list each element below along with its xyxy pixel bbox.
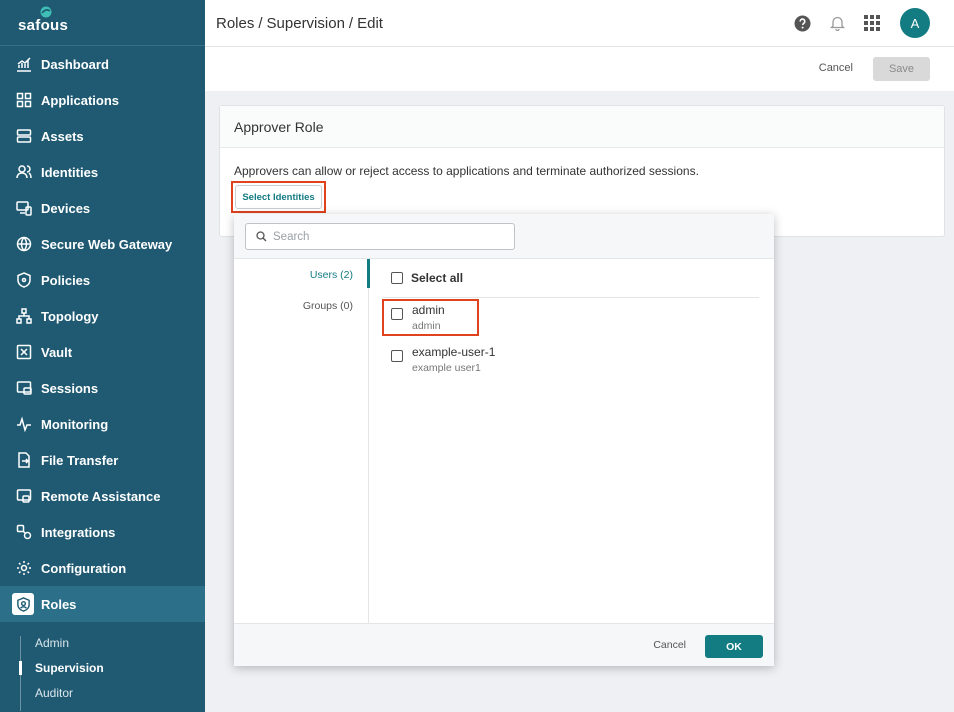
server-icon <box>15 127 33 145</box>
pulse-icon <box>15 415 33 433</box>
sidebar-item-identities[interactable]: Identities <box>0 154 205 190</box>
subnav-item-supervision[interactable]: Supervision <box>19 661 205 686</box>
sidebar-item-roles[interactable]: Roles <box>0 586 205 622</box>
save-button[interactable]: Save <box>873 57 930 81</box>
role-shield-icon <box>12 593 34 615</box>
integrations-icon <box>15 523 33 541</box>
picker-ok-button[interactable]: OK <box>705 635 763 658</box>
logo[interactable]: safous <box>0 0 205 46</box>
picker-cancel-button[interactable]: Cancel <box>653 639 686 651</box>
chart-icon <box>15 55 33 73</box>
sidebar-item-label: Vault <box>41 344 73 360</box>
avatar[interactable]: A <box>900 8 930 38</box>
breadcrumb-supervision[interactable]: Supervision <box>267 15 345 32</box>
sidebar-item-label: Assets <box>41 128 84 144</box>
breadcrumb-separator: / <box>258 14 263 32</box>
sidebar-item-file-transfer[interactable]: File Transfer <box>0 442 205 478</box>
select-all-label: Select all <box>411 271 464 285</box>
search-area <box>234 214 774 259</box>
picker-tabs: Users (2) Groups (0) <box>234 259 370 623</box>
sidebar-item-applications[interactable]: Applications <box>0 82 205 118</box>
highlight-box: Select Identities <box>231 181 326 213</box>
sidebar-item-label: Sessions <box>41 380 99 396</box>
remote-icon <box>15 487 33 505</box>
sidebar-item-label: Applications <box>41 92 120 108</box>
search-box[interactable] <box>245 223 515 250</box>
sidebar-item-dashboard[interactable]: Dashboard <box>0 46 205 82</box>
identity-picker-panel: Users (2) Groups (0) Select all admin ad… <box>234 214 774 666</box>
user-checkbox[interactable] <box>391 350 403 362</box>
sessions-icon <box>15 379 33 397</box>
sidebar-item-sessions[interactable]: Sessions <box>0 370 205 406</box>
top-bar: Roles / Supervision / Edit A <box>205 0 954 47</box>
bell-icon[interactable] <box>828 14 846 32</box>
sidebar: safous Dashboard Applications Assets Ide… <box>0 0 205 712</box>
select-all-checkbox[interactable] <box>391 272 403 284</box>
gear-icon <box>15 559 33 577</box>
devices-icon <box>15 199 33 217</box>
sidebar-item-label: Integrations <box>41 524 116 540</box>
select-all-row[interactable]: Select all <box>383 259 759 298</box>
tab-users[interactable]: Users (2) <box>234 259 370 290</box>
user-name: example-user-1 <box>412 345 496 359</box>
topology-icon <box>15 307 33 325</box>
sidebar-item-secure-web-gateway[interactable]: Secure Web Gateway <box>0 226 205 262</box>
user-display-name: example user1 <box>412 362 481 374</box>
sidebar-item-label: Topology <box>41 308 99 324</box>
sidebar-item-remote-assistance[interactable]: Remote Assistance <box>0 478 205 514</box>
breadcrumb-edit: Edit <box>357 14 383 32</box>
breadcrumb: Roles / Supervision / Edit <box>216 15 383 32</box>
sidebar-item-label: Roles <box>41 596 77 612</box>
grid-icon <box>15 91 33 109</box>
help-icon[interactable] <box>793 14 811 32</box>
sidebar-item-integrations[interactable]: Integrations <box>0 514 205 550</box>
sidebar-item-assets[interactable]: Assets <box>0 118 205 154</box>
apps-grid-icon[interactable] <box>863 14 881 32</box>
highlight-box <box>382 299 479 336</box>
card-title: Approver Role <box>220 106 944 148</box>
sidebar-item-label: Secure Web Gateway <box>41 236 173 252</box>
sidebar-nav: Dashboard Applications Assets Identities… <box>0 46 205 622</box>
subnav-item-admin[interactable]: Admin <box>21 636 205 661</box>
file-transfer-icon <box>15 451 33 469</box>
globe-icon <box>15 235 33 253</box>
logo-text: safous <box>18 17 69 34</box>
search-icon <box>256 231 267 242</box>
tab-groups[interactable]: Groups (0) <box>234 290 368 321</box>
picker-footer: Cancel OK <box>234 623 774 666</box>
sidebar-item-topology[interactable]: Topology <box>0 298 205 334</box>
list-item[interactable]: example-user-1 example user1 <box>383 345 759 382</box>
sidebar-item-label: Dashboard <box>41 56 109 72</box>
select-identities-button[interactable]: Select Identities <box>235 185 322 209</box>
sidebar-item-label: File Transfer <box>41 452 119 468</box>
sidebar-item-label: Monitoring <box>41 416 109 432</box>
cancel-button[interactable]: Cancel <box>819 62 853 74</box>
vault-icon <box>15 343 33 361</box>
sidebar-item-monitoring[interactable]: Monitoring <box>0 406 205 442</box>
card-description: Approvers can allow or reject access to … <box>234 164 699 178</box>
sidebar-item-label: Policies <box>41 272 91 288</box>
breadcrumb-roles[interactable]: Roles <box>216 15 254 32</box>
subnav-item-auditor[interactable]: Auditor <box>21 686 205 711</box>
roles-subnav: Admin Supervision Auditor <box>19 636 205 711</box>
top-icons: A <box>776 8 930 38</box>
sidebar-item-policies[interactable]: Policies <box>0 262 205 298</box>
sidebar-item-vault[interactable]: Vault <box>0 334 205 370</box>
sidebar-item-configuration[interactable]: Configuration <box>0 550 205 586</box>
search-input[interactable] <box>273 230 493 243</box>
sidebar-item-label: Identities <box>41 164 99 180</box>
sidebar-item-label: Configuration <box>41 560 127 576</box>
sidebar-item-label: Devices <box>41 200 91 216</box>
sidebar-item-devices[interactable]: Devices <box>0 190 205 226</box>
users-icon <box>15 163 33 181</box>
sidebar-item-label: Remote Assistance <box>41 488 161 504</box>
action-bar: Cancel Save <box>205 47 954 91</box>
shield-icon <box>15 271 33 289</box>
breadcrumb-separator: / <box>348 14 354 32</box>
